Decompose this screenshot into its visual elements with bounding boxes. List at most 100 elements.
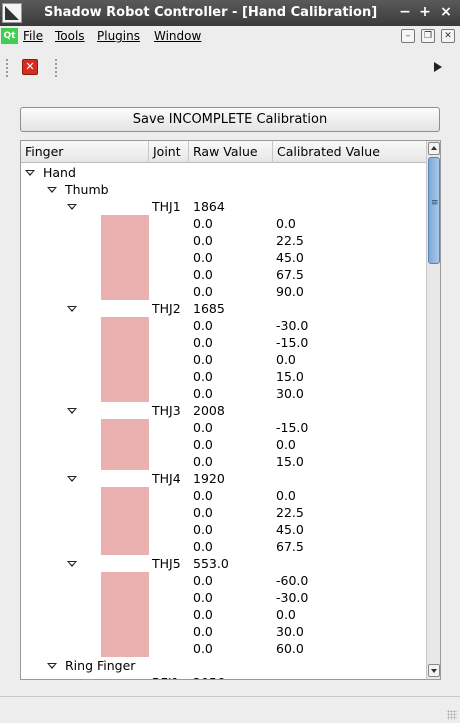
expand-arrow-icon[interactable] bbox=[67, 408, 77, 414]
save-calibration-button[interactable]: Save INCOMPLETE Calibration bbox=[20, 107, 440, 132]
calibrated-value: 60.0 bbox=[276, 641, 304, 656]
tree-row[interactable]: 0.0 45.0 bbox=[21, 521, 426, 538]
mdi-close-button[interactable]: ✕ bbox=[441, 29, 455, 43]
close-plugin-icon[interactable]: ✕ bbox=[22, 59, 38, 75]
tree-row[interactable]: Hand bbox=[21, 164, 426, 181]
joint-label: RFJ1 bbox=[152, 674, 180, 679]
vertical-scrollbar[interactable] bbox=[426, 141, 440, 679]
tree-row[interactable]: 0.0 -30.0 bbox=[21, 589, 426, 606]
calibrated-value: -60.0 bbox=[276, 573, 309, 588]
raw-value: 0.0 bbox=[193, 233, 213, 248]
raw-value: 0.0 bbox=[193, 386, 213, 401]
calibrated-value: 67.5 bbox=[276, 539, 304, 554]
raw-value: 1920 bbox=[193, 471, 225, 486]
tree-row[interactable]: 0.0 30.0 bbox=[21, 623, 426, 640]
toolbar-grip-icon[interactable] bbox=[5, 58, 9, 78]
tree-row[interactable]: THJ5 553.0 bbox=[21, 555, 426, 572]
tree-row[interactable]: 0.0 0.0 bbox=[21, 215, 426, 300]
tree-row[interactable]: 0.0 -15.0 bbox=[21, 334, 426, 351]
tree-row[interactable]: THJ2 1685 bbox=[21, 300, 426, 317]
tree-row[interactable]: 0.0 0.0 bbox=[21, 487, 426, 555]
tree-row[interactable]: THJ1 1864 bbox=[21, 198, 426, 215]
calibrated-value: 22.5 bbox=[276, 233, 304, 248]
tree-row[interactable]: Ring Finger bbox=[21, 657, 426, 674]
calibration-tree[interactable]: Finger Joint Raw Value Calibrated Value … bbox=[20, 140, 441, 680]
tree-row[interactable]: 0.0 -30.0 bbox=[21, 317, 426, 402]
tree-row[interactable]: 0.0 -15.0 bbox=[21, 419, 426, 470]
menu-tools[interactable]: Tools bbox=[55, 29, 85, 43]
raw-value: 0.0 bbox=[193, 250, 213, 265]
expand-arrow-icon[interactable] bbox=[47, 663, 57, 669]
close-button[interactable]: × bbox=[437, 3, 455, 21]
calibrated-value: 90.0 bbox=[276, 284, 304, 299]
calibrated-value: 67.5 bbox=[276, 267, 304, 282]
tree-row[interactable]: 0.0 30.0 bbox=[21, 385, 426, 402]
scroll-up-arrow-icon[interactable] bbox=[428, 142, 440, 155]
tree-row[interactable]: 0.0 67.5 bbox=[21, 266, 426, 283]
toolbar-grip-icon[interactable] bbox=[54, 58, 58, 78]
raw-value: 0.0 bbox=[193, 369, 213, 384]
tree-row[interactable]: 0.0 60.0 bbox=[21, 640, 426, 657]
tree-row[interactable]: 0.0 -60.0 bbox=[21, 572, 426, 657]
size-grip-icon[interactable] bbox=[447, 710, 457, 720]
menu-plugins[interactable]: Plugins bbox=[97, 29, 140, 43]
expand-arrow-icon[interactable] bbox=[47, 187, 57, 193]
menu-file[interactable]: File bbox=[23, 29, 43, 43]
raw-value: 0.0 bbox=[193, 607, 213, 622]
calibrated-value: 0.0 bbox=[276, 216, 296, 231]
calibrated-value: -15.0 bbox=[276, 420, 309, 435]
tree-row[interactable]: 0.0 15.0 bbox=[21, 453, 426, 470]
raw-value: 0.0 bbox=[193, 284, 213, 299]
expand-arrow-icon[interactable] bbox=[67, 561, 77, 567]
qt-logo-icon[interactable]: Qt bbox=[1, 28, 18, 44]
calibrated-value: 30.0 bbox=[276, 386, 304, 401]
tree-row[interactable]: 0.0 15.0 bbox=[21, 368, 426, 385]
calibrated-value: -15.0 bbox=[276, 335, 309, 350]
maximize-button[interactable]: + bbox=[416, 3, 434, 21]
window-icon[interactable] bbox=[2, 3, 22, 23]
mdi-minimize-button[interactable]: – bbox=[401, 29, 415, 43]
calibrated-value: 0.0 bbox=[276, 352, 296, 367]
tree-row[interactable]: 0.0 0.0 bbox=[21, 351, 426, 368]
finger-label: Thumb bbox=[65, 182, 109, 197]
minimize-button[interactable]: − bbox=[396, 3, 414, 21]
scrollbar-thumb[interactable] bbox=[428, 157, 440, 264]
status-bar bbox=[0, 696, 460, 723]
raw-value: 1685 bbox=[193, 301, 225, 316]
column-header-raw-value[interactable]: Raw Value bbox=[189, 141, 273, 163]
column-header-finger[interactable]: Finger bbox=[21, 141, 149, 163]
calibrated-value: 15.0 bbox=[276, 369, 304, 384]
raw-value: 0.0 bbox=[193, 454, 213, 469]
calibrated-value: -30.0 bbox=[276, 590, 309, 605]
column-header-calibrated-value[interactable]: Calibrated Value bbox=[273, 141, 426, 163]
tree-header: Finger Joint Raw Value Calibrated Value bbox=[21, 141, 426, 163]
expand-arrow-icon[interactable] bbox=[67, 476, 77, 482]
tree-row[interactable]: RFJ1 2056 bbox=[21, 674, 426, 679]
column-header-joint[interactable]: Joint bbox=[149, 141, 189, 163]
expand-arrow-icon[interactable] bbox=[67, 204, 77, 210]
raw-value: 0.0 bbox=[193, 641, 213, 656]
tree-row[interactable]: 0.0 67.5 bbox=[21, 538, 426, 555]
raw-value: 0.0 bbox=[193, 352, 213, 367]
tree-row[interactable]: THJ3 2008 bbox=[21, 402, 426, 419]
scroll-down-arrow-icon[interactable] bbox=[428, 664, 440, 677]
mdi-restore-button[interactable]: ❐ bbox=[421, 29, 435, 43]
tree-row[interactable]: 0.0 0.0 bbox=[21, 436, 426, 453]
tree-row[interactable]: THJ4 1920 bbox=[21, 470, 426, 487]
expand-arrow-icon[interactable] bbox=[25, 170, 35, 176]
tree-row[interactable]: 0.0 22.5 bbox=[21, 232, 426, 249]
tree-row[interactable]: 0.0 22.5 bbox=[21, 504, 426, 521]
menu-window[interactable]: Window bbox=[154, 29, 201, 43]
raw-value: 0.0 bbox=[193, 216, 213, 231]
tree-row[interactable]: Thumb bbox=[21, 181, 426, 198]
raw-value: 2056 bbox=[193, 674, 225, 679]
toolbar-expand-arrow-icon[interactable] bbox=[434, 62, 442, 72]
raw-value: 0.0 bbox=[193, 522, 213, 537]
tree-row[interactable]: 0.0 45.0 bbox=[21, 249, 426, 266]
toolbar: ✕ bbox=[0, 46, 460, 88]
joint-label: THJ4 bbox=[152, 471, 181, 486]
tree-row[interactable]: 0.0 0.0 bbox=[21, 606, 426, 623]
title-bar[interactable]: Shadow Robot Controller - [Hand Calibrat… bbox=[0, 0, 460, 26]
expand-arrow-icon[interactable] bbox=[67, 306, 77, 312]
tree-row[interactable]: 0.0 90.0 bbox=[21, 283, 426, 300]
